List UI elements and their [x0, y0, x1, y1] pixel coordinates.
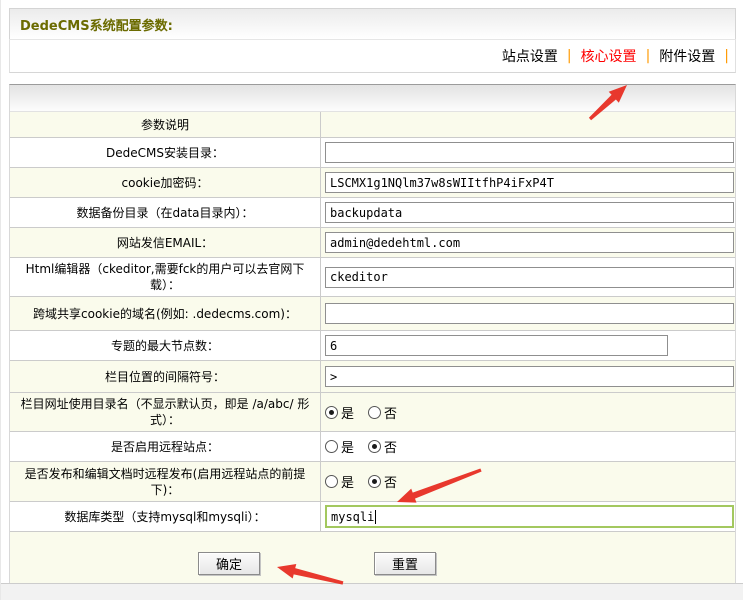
- cookie-encode-value-cell: [321, 168, 735, 197]
- cookie-domain-label: 跨域共享cookie的域名(例如: .dedecms.com)：: [10, 297, 321, 330]
- position-separator-value-cell: [321, 361, 735, 392]
- remote-publish-value-cell: 是否: [321, 462, 735, 501]
- max-topic-nodes-value-cell: [321, 331, 735, 360]
- param-value-header: [321, 112, 735, 137]
- config-rows: DedeCMS安装目录：cookie加密码：数据备份目录（在data目录内）：网…: [10, 138, 735, 532]
- dir-style-url-label: 栏目网址使用目录名（不显示默认页，即是 /a/abc/ 形式）：: [10, 393, 321, 431]
- remote-site-radio-no-label: 否: [384, 441, 398, 456]
- reset-button[interactable]: 重置: [374, 552, 436, 575]
- install-dir-label: DedeCMS安装目录：: [10, 138, 321, 167]
- remote-site-radio-no[interactable]: 否: [368, 437, 397, 456]
- db-type-input-text: mysqli: [331, 509, 375, 524]
- radio-selected-icon[interactable]: [325, 405, 338, 419]
- remote-publish-radio-no-label: 否: [384, 476, 398, 491]
- page-title: DedeCMS系统配置参数:: [20, 18, 173, 34]
- remote-site-radio-yes[interactable]: 是: [325, 437, 354, 456]
- cookie-encode-label: cookie加密码：: [10, 168, 321, 197]
- config-row-dir-style-url: 栏目网址使用目录名（不显示默认页，即是 /a/abc/ 形式）：是否: [10, 393, 735, 432]
- backup-dir-input[interactable]: [325, 202, 734, 223]
- text-cursor: [375, 509, 377, 524]
- cookie-domain-input[interactable]: [325, 303, 734, 324]
- cookie-domain-value-cell: [321, 297, 735, 330]
- radio-unselected-icon[interactable]: [325, 475, 338, 488]
- form-actions-row: 确定 重置: [10, 532, 735, 590]
- dir-style-url-radio-no-label: 否: [384, 406, 398, 422]
- config-row-backup-dir: 数据备份目录（在data目录内）：: [10, 198, 735, 228]
- config-row-remote-publish: 是否发布和编辑文档时远程发布(启用远程站点的前提下)：是否: [10, 462, 735, 502]
- remote-site-radio-yes-label: 是: [341, 441, 355, 456]
- dir-style-url-value-cell: 是否: [321, 393, 735, 431]
- html-editor-input[interactable]: [325, 266, 734, 288]
- db-type-input[interactable]: mysqli: [325, 505, 734, 528]
- backup-dir-value-cell: [321, 198, 735, 227]
- page-titlebar: DedeCMS系统配置参数:: [9, 8, 736, 39]
- confirm-button[interactable]: 确定: [198, 552, 260, 575]
- position-separator-input[interactable]: [325, 366, 734, 387]
- remote-publish-radio-yes-label: 是: [341, 476, 355, 491]
- dir-style-url-radio-yes[interactable]: 是: [325, 403, 354, 422]
- param-description-header: 参数说明: [10, 112, 321, 137]
- tab-core-settings[interactable]: 核心设置: [576, 46, 642, 66]
- html-editor-value-cell: [321, 258, 735, 296]
- remote-site-value-cell: 是否: [321, 432, 735, 461]
- site-email-label: 网站发信EMAIL：: [10, 228, 321, 257]
- config-row-position-separator: 栏目位置的间隔符号：: [10, 361, 735, 393]
- dir-style-url-radio-no[interactable]: 否: [368, 403, 397, 422]
- table-header-row: 参数说明: [10, 112, 735, 138]
- tab-separator: |: [566, 48, 572, 64]
- dir-style-url-radio-yes-label: 是: [341, 406, 355, 422]
- tab-separator: |: [724, 48, 729, 64]
- tab-site-settings[interactable]: 站点设置: [497, 46, 563, 66]
- config-row-site-email: 网站发信EMAIL：: [10, 228, 735, 258]
- tab-attachment-settings[interactable]: 附件设置: [654, 46, 720, 66]
- remote-publish-radio-no[interactable]: 否: [368, 472, 397, 491]
- radio-selected-icon[interactable]: [368, 440, 382, 453]
- config-row-db-type: 数据库类型（支持mysql和mysqli）： mysqli: [10, 502, 735, 532]
- config-row-cookie-domain: 跨域共享cookie的域名(例如: .dedecms.com)：: [10, 297, 735, 331]
- db-type-value-cell: mysqli: [321, 502, 735, 531]
- settings-tabbar: 站点设置 | 核心设置 | 附件设置 |: [9, 39, 736, 73]
- tab-separator: |: [645, 48, 651, 64]
- max-topic-nodes-input[interactable]: [325, 335, 668, 356]
- bottom-strip: [1, 583, 743, 600]
- config-row-install-dir: DedeCMS安装目录：: [10, 138, 735, 168]
- remote-site-label: 是否启用远程站点：: [10, 432, 321, 461]
- max-topic-nodes-label: 专题的最大节点数：: [10, 331, 321, 360]
- install-dir-value-cell: [321, 138, 735, 167]
- radio-unselected-icon[interactable]: [368, 405, 382, 419]
- table-top-band: [10, 85, 735, 112]
- remote-publish-radio-yes[interactable]: 是: [325, 472, 354, 491]
- remote-publish-label: 是否发布和编辑文档时远程发布(启用远程站点的前提下)：: [10, 462, 321, 501]
- config-row-cookie-encode: cookie加密码：: [10, 168, 735, 198]
- site-email-value-cell: [321, 228, 735, 257]
- config-row-max-topic-nodes: 专题的最大节点数：: [10, 331, 735, 361]
- html-editor-label: Html编辑器（ckeditor,需要fck的用户可以去官网下载）：: [10, 258, 321, 296]
- install-dir-input[interactable]: [325, 142, 734, 163]
- radio-selected-icon[interactable]: [368, 475, 382, 488]
- backup-dir-label: 数据备份目录（在data目录内）：: [10, 198, 321, 227]
- dedecms-config-page: DedeCMS系统配置参数: 站点设置 | 核心设置 | 附件设置 | 参数说明 Dede…: [0, 0, 743, 600]
- config-table: 参数说明 DedeCMS安装目录：cookie加密码：数据备份目录（在data目…: [9, 84, 736, 590]
- cookie-encode-input[interactable]: [325, 172, 734, 193]
- db-type-label: 数据库类型（支持mysql和mysqli）：: [10, 502, 321, 531]
- config-row-remote-site: 是否启用远程站点：是否: [10, 432, 735, 462]
- position-separator-label: 栏目位置的间隔符号：: [10, 361, 321, 392]
- config-row-html-editor: Html编辑器（ckeditor,需要fck的用户可以去官网下载）：: [10, 258, 735, 297]
- radio-unselected-icon[interactable]: [325, 440, 338, 453]
- site-email-input[interactable]: [325, 232, 734, 253]
